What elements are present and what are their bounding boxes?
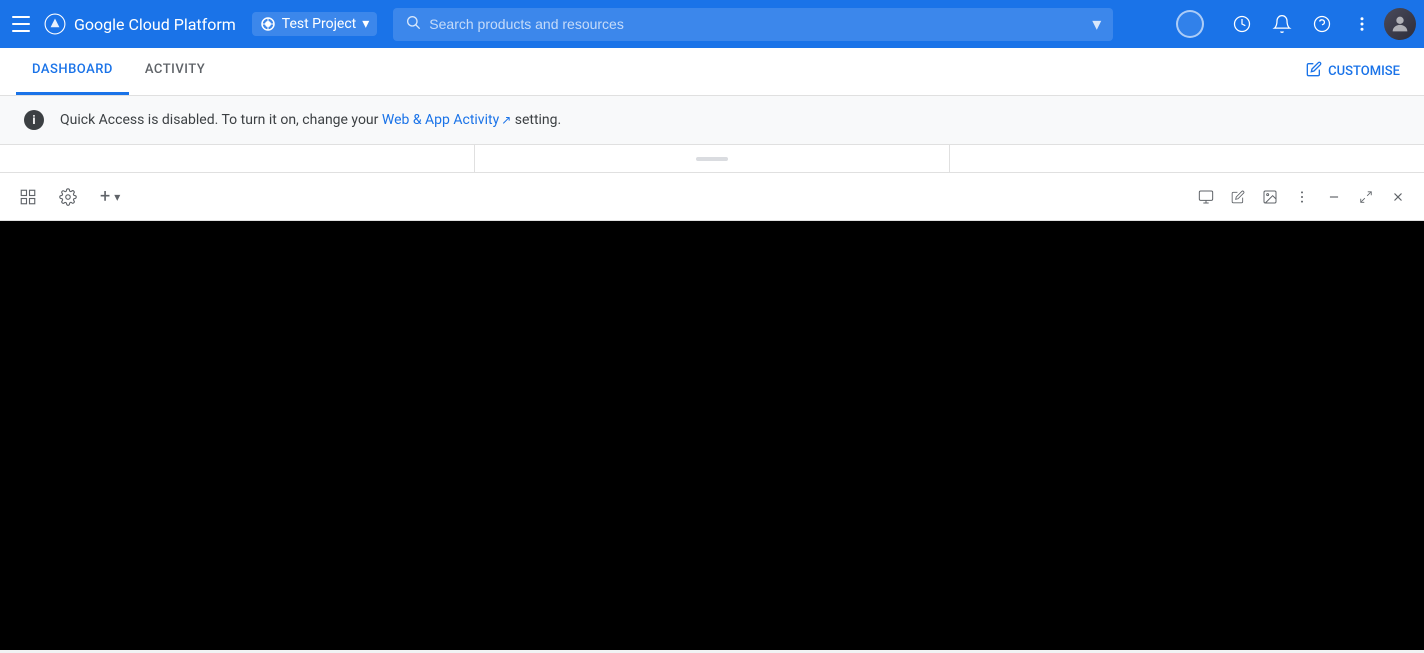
widget-col-1 xyxy=(0,145,475,172)
widget-toolbar: + ▾ xyxy=(0,173,1424,221)
avatar[interactable] xyxy=(1384,8,1416,40)
widget-col-2 xyxy=(475,145,950,172)
search-input-wrapper: ▾ xyxy=(393,8,1113,41)
minimize-button[interactable] xyxy=(1320,183,1348,211)
external-link-icon: ↗ xyxy=(501,113,511,127)
project-selector[interactable]: Test Project ▾ xyxy=(252,12,378,36)
image-icon xyxy=(1262,189,1278,205)
add-dropdown-icon: ▾ xyxy=(114,190,120,204)
web-app-activity-link[interactable]: Web & App Activity↗ xyxy=(382,112,511,128)
customise-icon xyxy=(1306,61,1322,81)
support-history-button[interactable] xyxy=(1224,6,1260,42)
widget-toolbar-left: + ▾ xyxy=(12,181,128,213)
project-name: Test Project xyxy=(282,16,356,32)
customise-button[interactable]: CUSTOMISE xyxy=(1298,47,1408,95)
search-input[interactable] xyxy=(429,16,1084,32)
close-button[interactable] xyxy=(1384,183,1412,211)
expand-icon xyxy=(1359,190,1373,204)
resize-bar xyxy=(696,157,728,161)
topbar-right xyxy=(1224,6,1416,42)
image-button[interactable] xyxy=(1256,183,1284,211)
resize-handle[interactable] xyxy=(475,145,949,172)
help-button[interactable] xyxy=(1304,6,1340,42)
info-text: Quick Access is disabled. To turn it on,… xyxy=(60,112,561,128)
notifications-icon xyxy=(1272,14,1292,34)
widget-col-3 xyxy=(950,145,1424,172)
more-widget-options-button[interactable] xyxy=(1288,183,1316,211)
menu-button[interactable] xyxy=(8,12,32,36)
edit-icon xyxy=(1306,61,1322,77)
main-content xyxy=(0,221,1424,650)
edit-widget-button[interactable] xyxy=(1224,183,1252,211)
support-history-icon xyxy=(1232,14,1252,34)
edit-widget-icon xyxy=(1231,190,1245,204)
topbar-left: Google Cloud Platform Test Project ▾ xyxy=(8,12,377,36)
tab-dashboard[interactable]: DASHBOARD xyxy=(16,47,129,95)
tabbar: DASHBOARD ACTIVITY CUSTOMISE xyxy=(0,48,1424,96)
help-icon xyxy=(1312,14,1332,34)
search-icon xyxy=(405,14,421,34)
project-icon xyxy=(260,16,276,32)
widget-toolbar-right xyxy=(1192,183,1412,211)
more-options-button[interactable] xyxy=(1344,6,1380,42)
notifications-button[interactable] xyxy=(1264,6,1300,42)
project-dropdown-icon: ▾ xyxy=(362,16,369,32)
expand-button[interactable] xyxy=(1352,183,1380,211)
gcp-logo-icon xyxy=(44,13,66,35)
widget-area xyxy=(0,145,1424,173)
settings-button[interactable] xyxy=(52,181,84,213)
tabs: DASHBOARD ACTIVITY xyxy=(16,48,221,95)
more-widget-options-icon xyxy=(1294,189,1310,205)
tab-activity[interactable]: ACTIVITY xyxy=(129,47,221,95)
avatar-icon xyxy=(1389,13,1411,35)
settings-icon xyxy=(59,188,77,206)
search-expand-icon[interactable]: ▾ xyxy=(1092,14,1101,35)
info-icon: i xyxy=(24,110,44,130)
add-icon: + xyxy=(100,186,110,207)
more-options-icon xyxy=(1353,15,1371,33)
avatar-image xyxy=(1384,8,1416,40)
gcp-title: Google Cloud Platform xyxy=(74,15,236,34)
restore-icon xyxy=(19,188,37,206)
info-banner: i Quick Access is disabled. To turn it o… xyxy=(0,96,1424,145)
topbar: Google Cloud Platform Test Project ▾ ▾ xyxy=(0,0,1424,48)
search-bar: ▾ xyxy=(393,8,1208,41)
minimize-icon xyxy=(1327,190,1341,204)
close-icon xyxy=(1391,190,1405,204)
monitor-icon xyxy=(1198,189,1214,205)
add-widget-button[interactable]: + ▾ xyxy=(92,182,128,211)
restore-icon-button[interactable] xyxy=(12,181,44,213)
gcp-logo: Google Cloud Platform xyxy=(44,13,236,35)
monitor-button[interactable] xyxy=(1192,183,1220,211)
